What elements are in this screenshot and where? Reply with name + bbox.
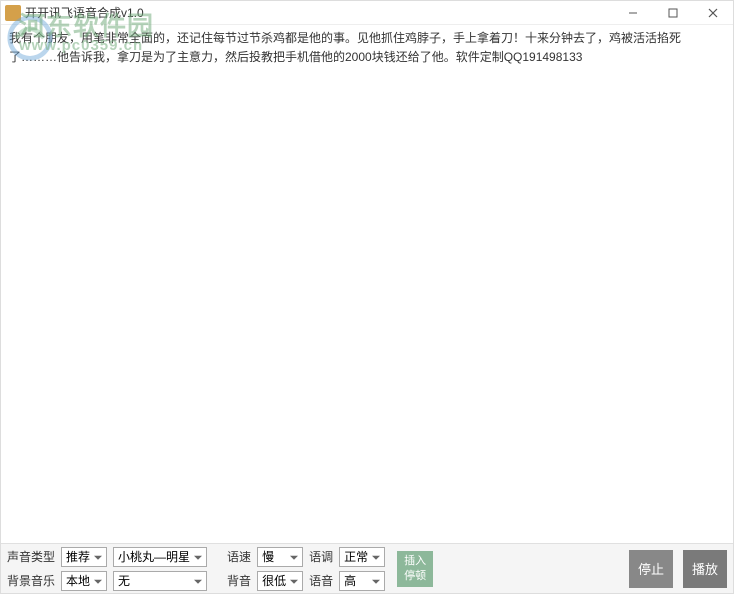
volume-select[interactable]: 高 [339, 571, 385, 591]
volume-value: 高 [344, 572, 356, 589]
voice-type-value: 推荐 [66, 548, 90, 565]
tone-label: 语调 [309, 548, 333, 565]
tone-select[interactable]: 正常 [339, 547, 385, 567]
minimize-button[interactable] [613, 1, 653, 25]
bg-volume-select[interactable]: 很低 [257, 571, 303, 591]
voice-name-value: 小桃丸—明星 [118, 548, 190, 565]
control-bar: 声音类型 推荐 小桃丸—明星 背景音乐 本地 无 语速 慢 语调 正常 背音 很… [1, 543, 733, 593]
voice-name-select[interactable]: 小桃丸—明星 [113, 547, 207, 567]
bg-volume-value: 很低 [262, 572, 286, 589]
speed-label: 语速 [227, 548, 251, 565]
play-label: 播放 [692, 559, 718, 578]
insert-pause-button[interactable]: 插入 停顿 [397, 551, 433, 587]
volume-label: 语音 [309, 572, 333, 589]
voice-type-label: 声音类型 [7, 548, 55, 565]
text-content: 我有个朋友，用笔非常全面的，还记住每节过节杀鸡都是他的事。见他抓住鸡脖子，手上拿… [9, 29, 725, 67]
titlebar: 开开讯飞语音合成v1.0 [1, 1, 733, 25]
stop-button[interactable]: 停止 [629, 550, 673, 588]
bg-volume-label: 背音 [227, 572, 251, 589]
bg-music-select[interactable]: 无 [113, 571, 207, 591]
speed-value: 慢 [262, 548, 274, 565]
window-controls [613, 1, 733, 25]
bg-music-source-select[interactable]: 本地 [61, 571, 107, 591]
bg-music-label: 背景音乐 [7, 572, 55, 589]
stop-label: 停止 [638, 559, 664, 578]
speed-select[interactable]: 慢 [257, 547, 303, 567]
voice-type-select[interactable]: 推荐 [61, 547, 107, 567]
window-title: 开开讯飞语音合成v1.0 [25, 4, 144, 21]
tone-value: 正常 [344, 548, 368, 565]
text-input-area[interactable]: 我有个朋友，用笔非常全面的，还记住每节过节杀鸡都是他的事。见他抓住鸡脖子，手上拿… [1, 25, 733, 543]
bg-music-value: 无 [118, 572, 130, 589]
insert-pause-label: 插入 停顿 [404, 554, 426, 583]
close-button[interactable] [693, 1, 733, 25]
maximize-button[interactable] [653, 1, 693, 25]
play-button[interactable]: 播放 [683, 550, 727, 588]
app-icon [5, 5, 21, 21]
bg-music-source-value: 本地 [66, 572, 90, 589]
